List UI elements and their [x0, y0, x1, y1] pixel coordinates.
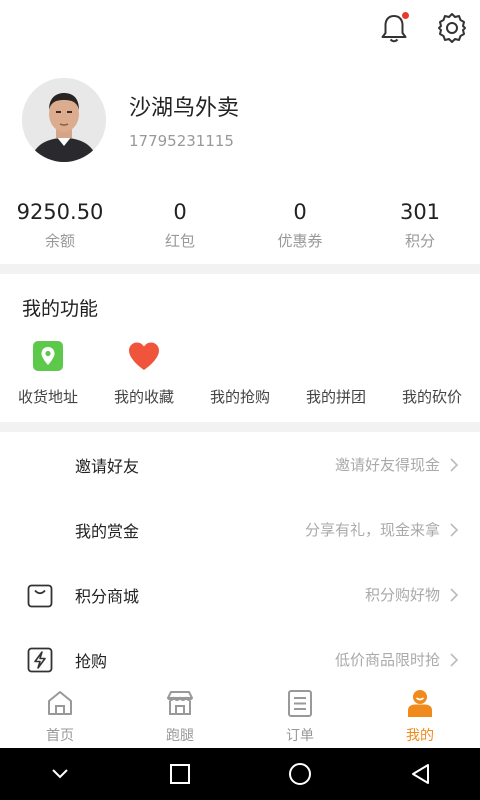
- func-bargain[interactable]: 我的砍价: [384, 336, 480, 407]
- system-nav-bar: [0, 748, 480, 800]
- func-label: 我的拼团: [305, 388, 366, 406]
- account-stats: 9250.50 余额 0 红包 0 优惠券 301 积分: [0, 200, 480, 251]
- user-name: 沙湖鸟外卖: [129, 96, 240, 121]
- stat-red-packet[interactable]: 0 红包: [120, 200, 240, 251]
- menu-item-invite[interactable]: 邀请好友 邀请好友得现金: [0, 432, 480, 497]
- chevron-right-icon: [448, 522, 460, 538]
- stat-points[interactable]: 301 积分: [360, 200, 480, 251]
- chevron-right-icon: [448, 652, 460, 668]
- func-label: 我的抢购: [209, 388, 270, 406]
- bottom-tab-bar: 首页 跑腿 订单 我的: [0, 683, 480, 748]
- menu-label: 邀请好友: [75, 456, 140, 476]
- tab-mine[interactable]: 我的: [360, 683, 480, 748]
- stat-label: 余额: [44, 232, 75, 250]
- tab-label: 首页: [46, 728, 74, 744]
- chevron-down-icon[interactable]: [40, 754, 80, 794]
- shopping-bag-icon: [26, 581, 54, 609]
- func-label: 我的砍价: [401, 388, 462, 406]
- stat-label: 红包: [164, 232, 195, 250]
- func-favorites[interactable]: 我的收藏: [96, 336, 192, 407]
- user-info: 沙湖鸟外卖 17795231115: [129, 90, 239, 150]
- chevron-right-icon: [448, 587, 460, 603]
- triangle-back-icon[interactable]: [400, 754, 440, 794]
- circle-icon[interactable]: [280, 754, 320, 794]
- section-divider: [0, 264, 480, 274]
- menu-label: 积分商城: [75, 586, 140, 606]
- menu-hint: 分享有礼，现金来拿: [304, 521, 440, 539]
- menu-label: 我的赏金: [75, 521, 140, 541]
- home-icon: [44, 687, 76, 719]
- func-label: 我的收藏: [113, 388, 174, 406]
- order-list-icon: [284, 687, 316, 719]
- menu-hint: 邀请好友得现金: [334, 456, 440, 474]
- tab-home[interactable]: 首页: [0, 683, 120, 748]
- func-flash-buy[interactable]: 我的抢购: [192, 336, 288, 407]
- menu-item-points-mall[interactable]: 积分商城 积分购好物: [0, 562, 480, 627]
- tab-label: 订单: [286, 728, 314, 744]
- func-group-buy[interactable]: 我的拼团: [288, 336, 384, 407]
- tab-errand[interactable]: 跑腿: [120, 683, 240, 748]
- func-address[interactable]: 收货地址: [0, 336, 96, 407]
- stat-value: 9250.50: [16, 200, 104, 224]
- stat-coupons[interactable]: 0 优惠券: [240, 200, 360, 251]
- lightning-icon: [26, 646, 54, 674]
- chevron-right-icon: [448, 457, 460, 473]
- menu-hint: 积分购好物: [364, 586, 440, 604]
- avatar[interactable]: [22, 78, 106, 162]
- stat-value: 301: [399, 200, 441, 224]
- stat-label: 积分: [404, 232, 435, 250]
- stat-value: 0: [293, 200, 307, 224]
- heart-icon: [96, 336, 192, 376]
- stat-value: 0: [173, 200, 187, 224]
- user-icon: [404, 687, 436, 719]
- profile-card[interactable]: 沙湖鸟外卖 17795231115: [22, 78, 239, 162]
- menu-label: 抢购: [75, 651, 108, 671]
- location-icon: [0, 336, 96, 376]
- top-actions: [376, 10, 470, 46]
- menu-list: 邀请好友 邀请好友得现金 我的赏金 分享有礼，现金来拿 积分商城 积分购好物 抢…: [0, 432, 480, 692]
- bell-icon[interactable]: [376, 10, 412, 46]
- stat-label: 优惠券: [277, 232, 323, 250]
- square-icon[interactable]: [160, 754, 200, 794]
- functions-title: 我的功能: [22, 298, 99, 320]
- stat-balance[interactable]: 9250.50 余额: [0, 200, 120, 251]
- notification-dot: [402, 12, 409, 19]
- func-label: 收货地址: [17, 388, 78, 406]
- user-phone: 17795231115: [129, 132, 234, 150]
- section-divider: [0, 422, 480, 432]
- menu-item-bounty[interactable]: 我的赏金 分享有礼，现金来拿: [0, 497, 480, 562]
- tab-label: 我的: [406, 728, 434, 744]
- tab-orders[interactable]: 订单: [240, 683, 360, 748]
- menu-hint: 低价商品限时抢: [334, 651, 440, 669]
- store-icon: [164, 687, 196, 719]
- gear-icon[interactable]: [434, 10, 470, 46]
- tab-label: 跑腿: [166, 728, 194, 744]
- functions-grid: 收货地址 我的收藏 我的抢购 我的拼团 我的砍价: [0, 336, 480, 407]
